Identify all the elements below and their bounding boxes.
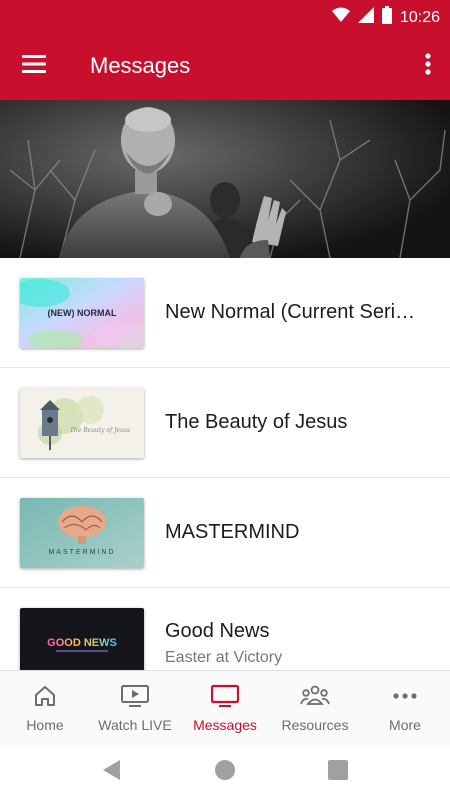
back-button[interactable] [100, 759, 124, 786]
home-system-button[interactable] [213, 759, 237, 786]
more-vertical-icon [425, 52, 431, 80]
nav-more[interactable]: More [360, 671, 450, 745]
list-item[interactable]: MASTERMIND MASTERMIND [0, 478, 450, 588]
speaker-photo [0, 100, 450, 258]
app-bar: Messages [0, 32, 450, 100]
home-circle-icon [214, 759, 236, 786]
thumb-text: GOOD NEWS [47, 637, 117, 649]
status-icons: 10:26 [331, 6, 440, 29]
series-title: MASTERMIND [165, 521, 300, 543]
series-title: New Normal (Current Seri… [165, 301, 416, 323]
status-bar: 10:26 [0, 0, 450, 32]
tv-play-icon [121, 683, 149, 709]
nav-label: Resources [281, 717, 349, 733]
series-title: Good News [165, 620, 270, 642]
series-list: (NEW) NORMAL New Normal (Current Seri… T… [0, 258, 450, 670]
overflow-menu-button[interactable] [416, 46, 440, 86]
hamburger-menu-icon [22, 54, 46, 78]
system-navigation-bar [0, 745, 450, 800]
nav-label: More [389, 717, 421, 733]
home-icon [33, 683, 57, 709]
status-time: 10:26 [399, 8, 440, 26]
tv-icon [211, 683, 239, 709]
nav-watch-live[interactable]: Watch LIVE [90, 671, 180, 745]
series-thumbnail: MASTERMIND [20, 498, 144, 568]
more-horizontal-icon [392, 683, 418, 709]
series-thumbnail: GOOD NEWS [20, 608, 144, 670]
thumb-text: MASTERMIND [48, 549, 115, 556]
nav-resources[interactable]: Resources [270, 671, 360, 745]
hero-image [0, 100, 450, 258]
menu-button[interactable] [14, 46, 54, 86]
page-title: Messages [90, 53, 191, 78]
series-thumbnail: The Beauty of Jesus [20, 388, 144, 458]
series-thumbnail: (NEW) NORMAL [20, 278, 144, 348]
thumb-text: (NEW) NORMAL [48, 308, 117, 318]
list-item[interactable]: (NEW) NORMAL New Normal (Current Seri… [0, 258, 450, 368]
recents-button[interactable] [326, 759, 350, 785]
nav-label: Watch LIVE [98, 717, 172, 733]
series-title: The Beauty of Jesus [165, 411, 348, 433]
back-icon [102, 759, 122, 786]
battery-icon [381, 6, 392, 29]
series-subtitle: Easter at Victory [165, 649, 283, 666]
cell-signal-icon [357, 7, 374, 28]
recents-icon [328, 759, 348, 785]
nav-messages[interactable]: Messages [180, 671, 270, 745]
bottom-navigation: Home Watch LIVE Messages Resources More [0, 670, 450, 745]
list-item[interactable]: GOOD NEWS Good News Easter at Victory [0, 588, 450, 670]
nav-label: Home [26, 717, 64, 733]
list-item[interactable]: The Beauty of Jesus The Beauty of Jesus [0, 368, 450, 478]
people-icon [300, 683, 330, 709]
nav-home[interactable]: Home [0, 671, 90, 745]
wifi-icon [331, 7, 350, 28]
thumb-text: The Beauty of Jesus [70, 427, 130, 434]
nav-label: Messages [193, 717, 257, 733]
